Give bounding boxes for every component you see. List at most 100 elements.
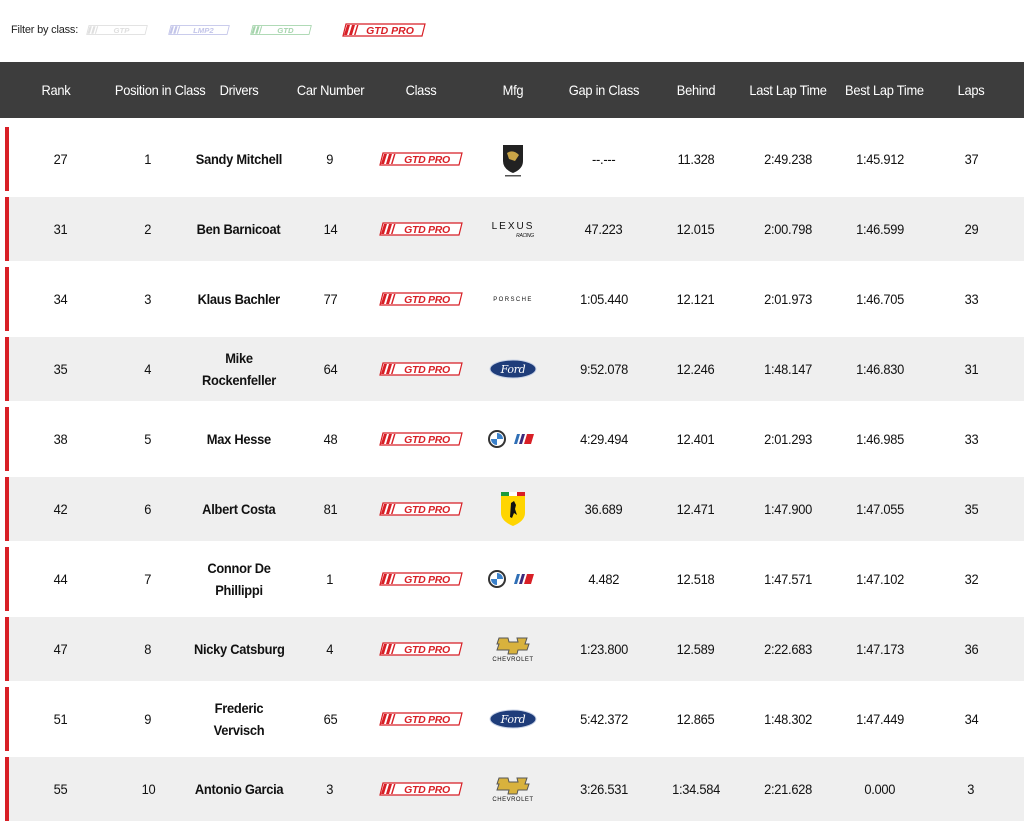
best-lap-time-cell-text: 1:47.102 — [856, 571, 904, 587]
class-badge: GTD PRO — [366, 572, 476, 586]
last-lap-time-cell: 1:48.302 — [734, 711, 842, 727]
rank-cell: 27 — [9, 151, 112, 167]
filter-chip-lmp2[interactable]: LMP2 — [168, 22, 230, 38]
driver-name: Frederic Vervisch — [184, 697, 294, 741]
table-row[interactable]: 31 2 Ben Barnicoat 14 GTD PRO LEXUS RACING 47.2… — [5, 197, 1024, 261]
table-row[interactable]: 51 9 Frederic Vervisch 65 GTD PRO Ford 5:42.37… — [5, 687, 1024, 751]
svg-text:GTP: GTP — [114, 26, 131, 35]
table-row[interactable]: 42 6 Albert Costa 81 GTD PRO 36.689 12.471 1:47… — [5, 477, 1024, 541]
position-in-class-cell: 6 — [112, 501, 184, 517]
ford-logo: Ford — [476, 709, 550, 729]
position-in-class-cell: 9 — [112, 711, 184, 727]
gap-in-class-cell: 3:26.531 — [550, 781, 658, 797]
col-mfg[interactable]: Mfg — [479, 82, 547, 98]
driver-name: Mike Rockenfeller — [184, 347, 294, 391]
best-lap-time-cell: 1:47.055 — [842, 501, 918, 517]
car-number-cell-text: 48 — [323, 431, 337, 447]
behind-cell-text: 12.246 — [677, 361, 715, 377]
gap-in-class-cell: 47.223 — [550, 221, 658, 237]
car-number-cell: 1 — [294, 571, 366, 587]
col-drivers[interactable]: Drivers — [188, 82, 289, 98]
behind-cell: 12.518 — [658, 571, 734, 587]
class-filter-bar: Filter by class: GTP LMP2 GTD GTD PRO — [0, 0, 1024, 62]
laps-cell: 31 — [918, 361, 1024, 377]
behind-cell-text: 12.589 — [677, 641, 715, 657]
col-laps[interactable]: Laps — [922, 82, 1020, 98]
car-number-cell: 48 — [294, 431, 366, 447]
laps-cell-text: 34 — [964, 711, 978, 727]
results-table-body: 27 1 Sandy Mitchell 9 GTD PRO --.--- 11.328 2:4… — [0, 127, 1024, 821]
best-lap-time-cell: 1:46.985 — [842, 431, 918, 447]
best-lap-time-cell-text: 1:46.830 — [856, 361, 904, 377]
class-badge: GTD PRO — [366, 712, 476, 726]
best-lap-time-cell: 0.000 — [842, 781, 918, 797]
table-row[interactable]: 38 5 Max Hesse 48 GTD PRO 4:29.494 12.401 2:01.… — [5, 407, 1024, 471]
col-gap-in-class[interactable]: Gap in Class — [554, 82, 653, 98]
position-in-class-cell-text: 2 — [144, 221, 152, 237]
position-in-class-cell: 7 — [112, 571, 184, 587]
col-rank[interactable]: Rank — [4, 82, 107, 98]
best-lap-time-cell-text: 0.000 — [864, 781, 896, 797]
laps-cell-text: 33 — [964, 291, 978, 307]
position-in-class-cell: 5 — [112, 431, 184, 447]
svg-text:GTD PRO: GTD PRO — [404, 364, 450, 376]
svg-text:PORSCHE: PORSCHE — [493, 297, 532, 303]
ford-logo: Ford — [476, 359, 550, 379]
table-row[interactable]: 34 3 Klaus Bachler 77 GTD PRO PORSCHE 1:05.440… — [5, 267, 1024, 331]
table-row[interactable]: 35 4 Mike Rockenfeller 64 GTD PRO Ford 9:52.07… — [5, 337, 1024, 401]
table-row[interactable]: 44 7 Connor De Phillippi 1 GTD PRO 4.482 12.51… — [5, 547, 1024, 611]
position-in-class-cell-text: 8 — [144, 641, 152, 657]
filter-chip-gtp[interactable]: GTP — [86, 22, 148, 38]
behind-cell: 12.015 — [658, 221, 734, 237]
col-best-lap-time[interactable]: Best Lap Time — [845, 82, 924, 98]
position-in-class-cell-text: 5 — [144, 431, 152, 447]
lexus-logo: LEXUS RACING — [476, 219, 550, 239]
last-lap-time-cell-text: 1:47.900 — [764, 501, 812, 517]
col-car-number[interactable]: Car Number — [297, 82, 365, 98]
porsche-logo: PORSCHE — [476, 294, 550, 304]
gap-in-class-cell-text: --.--- — [592, 151, 616, 167]
driver-name-text: Mike Rockenfeller — [201, 350, 277, 388]
behind-cell-text: 12.121 — [677, 291, 715, 307]
gap-in-class-cell-text: 5:42.372 — [580, 711, 628, 727]
col-class[interactable]: Class — [370, 82, 471, 98]
class-badge: GTD PRO — [366, 152, 476, 166]
position-in-class-cell-text: 7 — [144, 571, 152, 587]
col-last-lap-time[interactable]: Last Lap Time — [738, 82, 837, 98]
gap-in-class-cell-text: 1:23.800 — [580, 641, 628, 657]
rank-cell-text: 27 — [53, 151, 68, 167]
last-lap-time-cell: 2:49.238 — [734, 151, 842, 167]
filter-label: Filter by class: — [11, 24, 79, 36]
laps-cell-text: 31 — [964, 361, 978, 377]
last-lap-time-cell: 2:22.683 — [734, 641, 842, 657]
class-badge: GTD PRO — [366, 222, 476, 236]
filter-chip-gtd[interactable]: GTD — [250, 22, 312, 38]
gap-in-class-cell-text: 3:26.531 — [580, 781, 628, 797]
car-number-cell: 9 — [294, 151, 366, 167]
driver-name-text: Connor De Phillippi — [207, 560, 271, 598]
rank-cell-text: 38 — [53, 431, 68, 447]
gap-in-class-cell: 1:23.800 — [550, 641, 658, 657]
col-behind[interactable]: Behind — [661, 82, 731, 98]
svg-text:CHEVROLET: CHEVROLET — [492, 797, 533, 802]
col-position-in-class[interactable]: Position in Class — [115, 82, 206, 98]
laps-cell-text: 37 — [964, 151, 978, 167]
svg-text:GTD PRO: GTD PRO — [404, 294, 450, 306]
table-row[interactable]: 55 10 Antonio Garcia 3 GTD PRO CHEVROLET 3:26.… — [5, 757, 1024, 821]
laps-cell: 32 — [918, 571, 1024, 587]
position-in-class-cell-text: 1 — [144, 151, 152, 167]
table-row[interactable]: 47 8 Nicky Catsburg 4 GTD PRO CHEVROLET 1:23.8… — [5, 617, 1024, 681]
driver-name: Klaus Bachler — [184, 288, 294, 310]
best-lap-time-cell-text: 1:46.705 — [856, 291, 904, 307]
driver-name-text: Frederic Vervisch — [213, 700, 265, 738]
table-row[interactable]: 27 1 Sandy Mitchell 9 GTD PRO --.--- 11.328 2:4… — [5, 127, 1024, 191]
best-lap-time-cell: 1:46.599 — [842, 221, 918, 237]
filter-chip-gtd-pro[interactable]: GTD PRO — [332, 22, 436, 38]
driver-name-text: Max Hesse — [206, 431, 272, 447]
behind-cell-text: 1:34.584 — [672, 781, 720, 797]
car-number-cell: 81 — [294, 501, 366, 517]
laps-cell: 33 — [918, 291, 1024, 307]
car-number-cell: 65 — [294, 711, 366, 727]
best-lap-time-cell: 1:45.912 — [842, 151, 918, 167]
driver-name-text: Albert Costa — [202, 501, 276, 517]
